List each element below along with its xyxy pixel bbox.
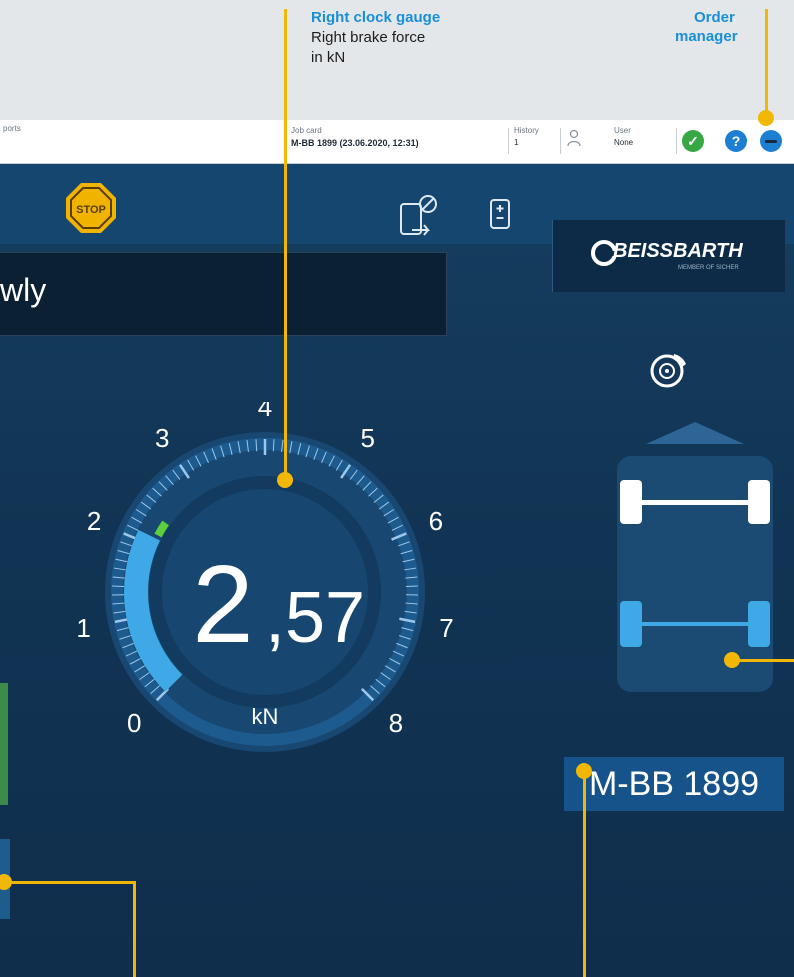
callout-right-clock-gauge-desc-2: in kN: [311, 49, 346, 66]
top-toolbar: ports Job card M-BB 1899 (23.06.2020, 12…: [0, 120, 794, 164]
stop-label: STOP: [76, 204, 106, 216]
brake-disc-icon[interactable]: [648, 350, 690, 390]
gauge-tick-label: 4: [258, 402, 272, 422]
help-icon[interactable]: ?: [725, 130, 747, 152]
gauge-minor-tick: [255, 439, 258, 452]
status-ok-icon[interactable]: ✓: [682, 130, 704, 152]
job-card-value[interactable]: M-BB 1899 (23.06.2020, 12:31): [291, 138, 419, 148]
callout-order-manager-title-1: Order: [694, 9, 735, 26]
user-label: User: [614, 126, 631, 135]
user-icon[interactable]: [567, 129, 581, 147]
callout-dot-gauge: [277, 472, 293, 488]
toolbar-divider: [676, 128, 677, 154]
license-plate: M-BB 1899: [588, 765, 760, 803]
right-clock-gauge: 2 ,57 kN 0 1 2 3 4 5 6 7 8: [76, 402, 454, 752]
gauge-value-decimal: ,57: [265, 578, 365, 658]
gauge-tick-label: 8: [389, 708, 403, 738]
callout-right-clock-gauge-desc-1: Right brake force: [311, 29, 426, 46]
toolbar-left-fragment[interactable]: ports: [3, 124, 21, 133]
history-value[interactable]: 1: [514, 138, 518, 147]
tablet-no-signal-icon[interactable]: [398, 192, 440, 244]
gauge-tick-label: 5: [361, 423, 375, 453]
remote-control-icon[interactable]: [489, 198, 511, 230]
callout-line-axle: [737, 659, 794, 662]
instruction-text: wly: [0, 272, 47, 308]
gauge-unit: kN: [252, 704, 279, 729]
user-value: None: [614, 138, 634, 147]
callout-line-left-panel-v: [133, 881, 136, 977]
callout-line-plate: [583, 770, 586, 977]
order-manager-button[interactable]: [760, 130, 782, 152]
gauge-value-integer: 2: [192, 543, 253, 666]
callout-line-gauge: [284, 9, 287, 479]
gauge-tick-label: 3: [155, 423, 169, 453]
stop-button[interactable]: STOP: [64, 181, 118, 235]
callout-order-manager-title-2: manager: [675, 28, 738, 45]
callout-dot-order-manager: [758, 110, 774, 126]
gauge-tick-label: 0: [127, 708, 141, 738]
gauge-tick-label: 1: [76, 613, 90, 643]
callout-dot-plate: [576, 763, 592, 779]
vehicle-axle-diagram: [617, 422, 773, 692]
gauge-tick-label: 6: [429, 506, 443, 536]
callout-line-order-manager: [765, 9, 768, 117]
callout-right-clock-gauge-title: Right clock gauge: [311, 9, 441, 26]
brand-sub: MEMBER OF SICHER: [678, 265, 739, 271]
instruction-box: [0, 252, 447, 336]
left-green-panel: [0, 683, 8, 805]
toolbar-divider: [560, 128, 561, 154]
gauge-tick-label: 2: [87, 506, 101, 536]
job-card-label: Job card: [291, 126, 322, 135]
toolbar-divider: [508, 128, 509, 154]
history-label: History: [514, 126, 539, 135]
callout-line-left-panel: [3, 881, 136, 884]
brand-name: BEISSBARTH: [613, 240, 743, 262]
gauge-minor-tick: [272, 439, 275, 452]
brand-logo: BEISSBARTH MEMBER OF SICHER: [552, 220, 785, 292]
gauge-tick-label: 7: [439, 613, 453, 643]
main-screen: STOP BEISSBARTH MEMBER OF SICHER wly M-B…: [0, 164, 794, 977]
callout-dot-axle: [724, 652, 740, 668]
